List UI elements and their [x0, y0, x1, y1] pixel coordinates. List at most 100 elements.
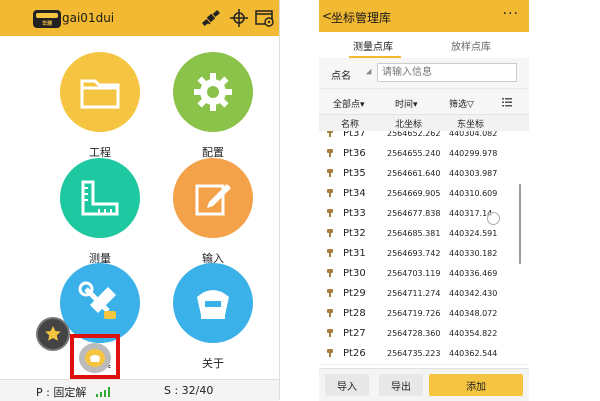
dropdown-icon — [365, 68, 375, 78]
signal-icon — [96, 387, 112, 397]
east-coordinate: 440324.591 — [449, 229, 498, 238]
tile-input[interactable]: 输入 — [158, 158, 268, 266]
satellite-icon[interactable] — [200, 8, 222, 28]
search-row: 点名 — [319, 58, 529, 88]
point-pin-icon — [327, 349, 333, 357]
solution-status: P : 固定解 — [36, 386, 87, 399]
logo-text: 华测 — [41, 21, 52, 27]
table-row[interactable]: Pt30 2564703.119 440336.469 — [319, 263, 529, 285]
point-pin-icon — [327, 131, 333, 137]
point-name: Pt29 — [343, 288, 366, 299]
point-name: Pt36 — [343, 148, 366, 159]
point-list: Pt37 2564652.262 440304.082 Pt36 2564655.240… — [319, 131, 529, 368]
east-coordinate: 440299.978 — [449, 149, 498, 158]
table-row[interactable]: Pt36 2564655.240 440299.978 — [319, 143, 529, 165]
tab-measure-points[interactable]: 测量点库 — [353, 38, 393, 53]
crosshair-icon[interactable] — [228, 8, 250, 28]
top-bar: < 坐标管理库 ··· — [319, 0, 529, 32]
point-pin-icon — [327, 169, 333, 177]
point-name: Pt35 — [343, 168, 366, 179]
folder-icon — [80, 79, 120, 109]
measure-tile-circle[interactable] — [60, 158, 140, 238]
east-coordinate: 440348.072 — [449, 309, 498, 318]
north-coordinate: 2564661.640 — [387, 169, 441, 178]
ruler-icon — [81, 180, 119, 216]
table-header: 名称 北坐标 东坐标 — [319, 114, 529, 132]
point-pin-icon — [327, 289, 333, 297]
north-coordinate: 2564703.119 — [387, 269, 441, 278]
project-title: gai01dui — [62, 11, 115, 25]
table-row[interactable]: Pt34 2564669.905 440310.609 — [319, 183, 529, 205]
touch-indicator — [487, 212, 500, 225]
north-coordinate: 2564693.742 — [387, 249, 441, 258]
filter-time[interactable]: 时间▾ — [395, 97, 418, 110]
point-pin-icon — [327, 209, 333, 217]
list-view-icon[interactable] — [502, 98, 512, 107]
search-input[interactable] — [377, 63, 517, 82]
filter-row: 全部点▾ 时间▾ 筛选▽ — [319, 88, 529, 115]
receiver-icon — [197, 290, 229, 319]
floating-tool-button[interactable] — [79, 343, 111, 373]
scrollbar[interactable] — [519, 184, 521, 264]
status-bar: P : 固定解 S : 32/40 — [0, 379, 279, 401]
point-name: Pt31 — [343, 248, 366, 259]
tile-config[interactable]: 配置 — [158, 52, 268, 160]
table-row[interactable]: Pt35 2564661.640 440303.987 — [319, 163, 529, 185]
east-coordinate: 440330.182 — [449, 249, 498, 258]
config-tile-circle[interactable] — [173, 52, 253, 132]
point-pin-icon — [327, 149, 333, 157]
table-row[interactable]: Pt28 2564719.726 440348.072 — [319, 303, 529, 325]
point-name: Pt32 — [343, 228, 366, 239]
column-east: 东坐标 — [457, 120, 485, 130]
settings-window-icon[interactable] — [254, 8, 276, 28]
tile-about[interactable]: 关于 — [158, 263, 268, 371]
point-name: Pt30 — [343, 268, 366, 279]
tile-measure[interactable]: 测量 — [45, 158, 155, 266]
east-coordinate: 440310.609 — [449, 189, 498, 198]
tools-icon — [78, 281, 116, 319]
north-coordinate: 2564711.274 — [387, 289, 441, 298]
top-bar: 华测 gai01dui — [0, 0, 279, 36]
search-field-select[interactable]: 点名 — [331, 67, 351, 82]
table-row[interactable]: Pt29 2564711.274 440342.430 — [319, 283, 529, 305]
main-menu-screen: 华测 gai01dui 工程 配置 测量 输入 关于 P: 固定解 S: 3… — [0, 0, 280, 401]
filter-screen[interactable]: 筛选▽ — [449, 97, 474, 110]
point-name: Pt27 — [343, 328, 366, 339]
table-row[interactable]: Pt31 2564693.742 440330.182 — [319, 243, 529, 265]
table-row[interactable]: Pt26 2564735.223 440362.544 — [319, 343, 529, 365]
about-tile-circle[interactable] — [173, 263, 253, 343]
table-row[interactable]: Pt27 2564728.360 440354.822 — [319, 323, 529, 345]
north-coordinate: 2564677.838 — [387, 209, 441, 218]
point-name: Pt26 — [343, 348, 366, 359]
tools-tile-circle[interactable] — [60, 263, 140, 343]
filter-all-points[interactable]: 全部点▾ — [333, 97, 365, 110]
satellite-count: S : 32/40 — [164, 384, 214, 397]
north-coordinate: 2564652.262 — [387, 131, 441, 138]
add-button[interactable]: 添加 — [429, 374, 523, 396]
east-coordinate: 440303.987 — [449, 169, 498, 178]
page-title: 坐标管理库 — [331, 11, 392, 25]
north-coordinate: 2564735.223 — [387, 349, 441, 358]
north-coordinate: 2564655.240 — [387, 149, 441, 158]
tab-stakeout-points[interactable]: 放样点库 — [451, 38, 491, 53]
star-icon — [45, 326, 61, 341]
export-button[interactable]: 导出 — [379, 374, 423, 396]
tab-bar: 测量点库 放样点库 — [319, 32, 529, 59]
table-row[interactable]: Pt32 2564685.381 440324.591 — [319, 223, 529, 245]
north-coordinate: 2564685.381 — [387, 229, 441, 238]
favorites-star-button[interactable] — [38, 319, 68, 349]
point-name: Pt28 — [343, 308, 366, 319]
project-tile-circle[interactable] — [60, 52, 140, 132]
coordinate-library-screen: < 坐标管理库 ··· 测量点库 放样点库 点名 全部点▾ 时间▾ 筛选▽ 名称… — [319, 0, 529, 401]
more-options-button[interactable]: ··· — [503, 6, 519, 22]
app-logo: 华测 — [33, 10, 61, 28]
tile-project[interactable]: 工程 — [45, 52, 155, 160]
tile-label: 关于 — [202, 357, 224, 370]
north-coordinate: 2564719.726 — [387, 309, 441, 318]
input-tile-circle[interactable] — [173, 158, 253, 238]
column-name: 名称 — [341, 120, 360, 130]
point-pin-icon — [327, 249, 333, 257]
point-pin-icon — [327, 309, 333, 317]
import-button[interactable]: 导入 — [325, 374, 369, 396]
gear-icon — [194, 73, 232, 111]
